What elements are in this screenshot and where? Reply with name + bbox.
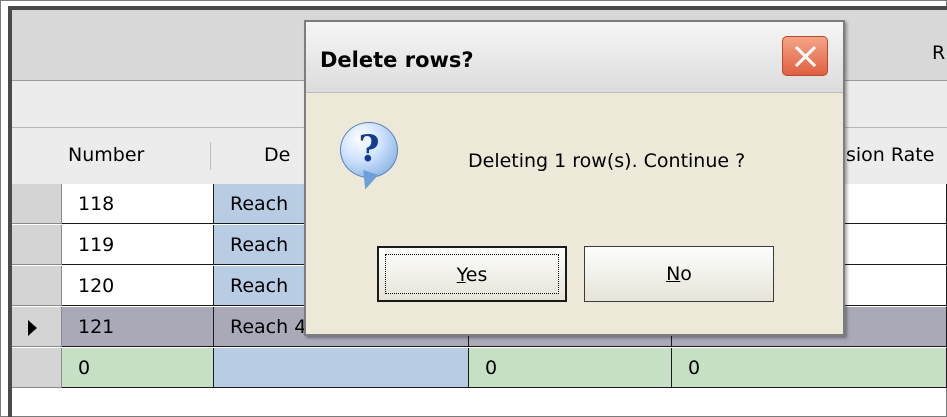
cell-number[interactable]: 118	[62, 184, 214, 224]
table-row-new[interactable]: 0 0 0	[12, 348, 947, 389]
row-selector[interactable]	[12, 348, 62, 388]
dialog-titlebar[interactable]: Delete rows?	[306, 22, 843, 93]
delete-rows-dialog: Delete rows? ? Deleting 1 row(s). Contin…	[304, 20, 845, 336]
row-selector[interactable]	[12, 225, 62, 265]
cell-number[interactable]: 0	[62, 348, 214, 388]
cell-description[interactable]	[214, 348, 469, 388]
focus-rectangle	[385, 254, 559, 294]
column-header-rate[interactable]: sion Rate	[846, 144, 934, 166]
column-header-number[interactable]: Number	[68, 144, 144, 166]
yes-button[interactable]: Yes	[377, 246, 567, 302]
dialog-title: Delete rows?	[320, 48, 474, 72]
question-icon: ?	[340, 122, 398, 178]
column-separator[interactable]	[210, 142, 211, 170]
row-selector[interactable]	[12, 266, 62, 306]
current-row-arrow-icon	[28, 320, 37, 336]
cell-number[interactable]: 121	[62, 307, 214, 347]
cell-col3[interactable]: 0	[469, 348, 672, 388]
no-mnemonic: N	[666, 263, 681, 285]
cell-number[interactable]: 120	[62, 266, 214, 306]
row-selector[interactable]	[12, 307, 62, 347]
cell-number[interactable]: 119	[62, 225, 214, 265]
column-header-description[interactable]: De	[264, 144, 290, 166]
cell-col4[interactable]: 0	[672, 348, 947, 388]
row-selector[interactable]	[12, 184, 62, 224]
group-header-text: R	[932, 42, 946, 64]
dialog-message: Deleting 1 row(s). Continue ?	[468, 150, 746, 172]
close-icon[interactable]	[782, 36, 828, 76]
no-button[interactable]: No	[584, 246, 774, 302]
no-label: o	[680, 263, 692, 285]
